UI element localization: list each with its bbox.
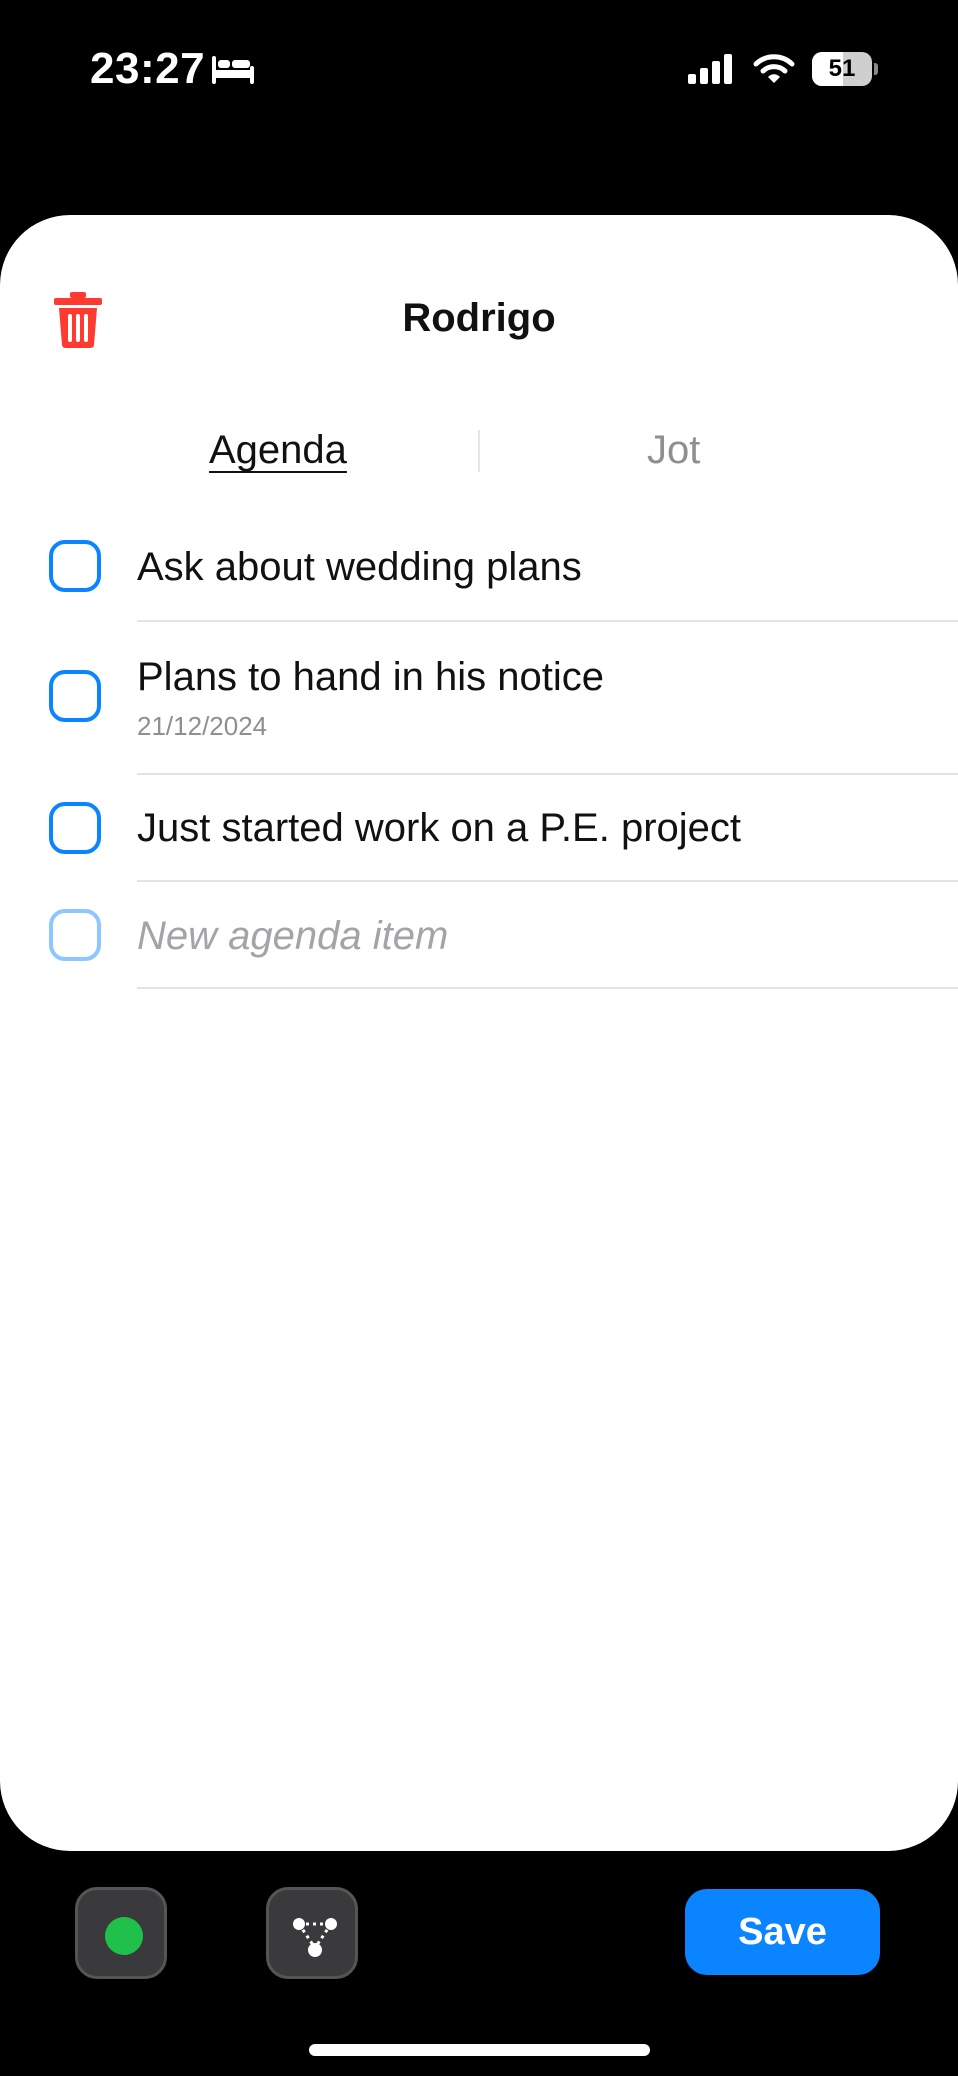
agenda-item-date: 21/12/2024 xyxy=(137,711,268,741)
sheet-title: Rodrigo xyxy=(402,296,556,340)
agenda-item-checkbox[interactable] xyxy=(49,670,101,722)
new-item-checkbox[interactable] xyxy=(49,909,101,961)
agenda-item-title[interactable]: Ask about wedding plans xyxy=(137,545,582,590)
row-separator xyxy=(137,880,958,882)
tab-divider xyxy=(478,430,480,472)
battery-icon: 51 xyxy=(812,52,878,88)
new-agenda-item-input[interactable] xyxy=(137,912,917,960)
connections-button[interactable] xyxy=(266,1887,358,1979)
status-bar: 23:27 51 xyxy=(0,0,958,140)
row-separator xyxy=(137,620,958,622)
tab-jot[interactable]: Jot xyxy=(647,428,700,473)
battery-tip xyxy=(874,63,878,75)
agenda-item-title[interactable]: Plans to hand in his notice xyxy=(137,655,604,700)
agenda-item-title[interactable]: Just started work on a P.E. project xyxy=(137,806,741,851)
wifi-icon xyxy=(753,54,795,83)
bed-icon xyxy=(212,56,254,84)
row-separator xyxy=(137,773,958,775)
save-button[interactable]: Save xyxy=(685,1889,880,1975)
status-time: 23:27 xyxy=(90,44,206,93)
home-indicator[interactable] xyxy=(309,2044,650,2056)
battery-body: 51 xyxy=(812,52,872,86)
agenda-item-checkbox[interactable] xyxy=(49,802,101,854)
green-status-dot-icon xyxy=(105,1917,143,1955)
battery-level: 51 xyxy=(828,55,856,82)
status-button[interactable] xyxy=(75,1887,167,1979)
agenda-item-checkbox[interactable] xyxy=(49,540,101,592)
tab-agenda[interactable]: Agenda xyxy=(209,428,347,473)
cellular-signal-icon xyxy=(688,54,732,84)
connections-graph-icon xyxy=(293,1918,337,1957)
row-separator xyxy=(137,987,958,989)
